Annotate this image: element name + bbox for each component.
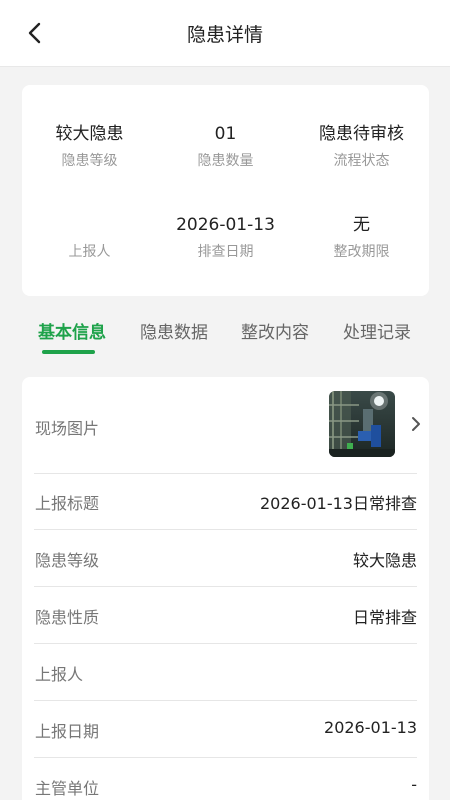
summary-level-value: 较大隐患 xyxy=(55,124,124,144)
summary-date: 2026-01-13 排查日期 xyxy=(158,213,293,261)
summary-status-value: 隐患待审核 xyxy=(319,124,404,144)
photo-row[interactable]: 现场图片 xyxy=(34,377,420,474)
detail-row-reporter-key: 上报人 xyxy=(35,665,84,684)
summary-reporter: 上报人 xyxy=(22,213,157,261)
tab-rectification[interactable]: 整改内容 xyxy=(241,318,309,343)
summary-deadline-label: 整改期限 xyxy=(333,244,390,260)
detail-row-nature-key: 隐患性质 xyxy=(35,608,100,627)
detail-row-reporter: 上报人 xyxy=(34,644,417,701)
summary-reporter-value xyxy=(22,213,157,237)
basic-info-card: 现场图片 上报标题 2026-01-13日常排查 隐患等级 较大隐患 隐患性质 … xyxy=(22,377,429,800)
detail-row-nature: 隐患性质 日常排查 xyxy=(34,587,417,644)
hazard-detail-page: 隐患详情 较大隐患 隐患等级 01 隐患数量 隐患待审核 流程状态 上报人 20… xyxy=(0,0,450,800)
tab-basic-info[interactable]: 基本信息 xyxy=(38,318,106,343)
detail-row-date: 上报日期 2026-01-13 xyxy=(34,701,417,758)
detail-row-unit-value: - xyxy=(411,775,417,794)
summary-date-label: 排查日期 xyxy=(197,244,254,260)
summary-reporter-label: 上报人 xyxy=(68,244,111,260)
summary-deadline-value: 无 xyxy=(353,215,370,235)
detail-row-date-value: 2026-01-13 xyxy=(324,718,417,737)
detail-row-level: 隐患等级 较大隐患 xyxy=(34,530,417,587)
summary-level-label: 隐患等级 xyxy=(61,153,118,169)
detail-row-date-key: 上报日期 xyxy=(35,722,100,741)
page-title: 隐患详情 xyxy=(186,24,263,46)
summary-status-label: 流程状态 xyxy=(333,153,390,169)
detail-row-unit: 主管单位 - xyxy=(34,758,417,800)
detail-row-title-value: 2026-01-13日常排查 xyxy=(260,494,417,513)
summary-deadline: 无 整改期限 xyxy=(294,213,429,261)
detail-row-level-value: 较大隐患 xyxy=(352,551,417,570)
chevron-right-icon xyxy=(412,417,420,431)
tab-active-indicator xyxy=(42,350,95,354)
detail-row-level-key: 隐患等级 xyxy=(35,551,100,570)
summary-level: 较大隐患 隐患等级 xyxy=(22,122,157,170)
tab-hazard-data[interactable]: 隐患数据 xyxy=(140,318,208,343)
site-photo-image xyxy=(329,391,395,457)
tab-records[interactable]: 处理记录 xyxy=(343,318,411,343)
summary-date-value: 2026-01-13 xyxy=(176,215,275,235)
photo-row-label: 现场图片 xyxy=(35,419,100,438)
detail-row-unit-key: 主管单位 xyxy=(35,779,100,798)
summary-count-value: 01 xyxy=(214,124,237,144)
top-bar: 隐患详情 xyxy=(0,0,450,67)
detail-row-title-key: 上报标题 xyxy=(35,494,100,513)
detail-row-title: 上报标题 2026-01-13日常排查 xyxy=(34,473,417,530)
site-photo-thumbnail[interactable] xyxy=(329,391,395,457)
summary-card: 较大隐患 隐患等级 01 隐患数量 隐患待审核 流程状态 上报人 2026-01… xyxy=(22,85,429,296)
detail-row-nature-value: 日常排查 xyxy=(352,608,417,627)
summary-count: 01 隐患数量 xyxy=(158,122,293,170)
summary-status: 隐患待审核 流程状态 xyxy=(294,122,429,170)
summary-count-label: 隐患数量 xyxy=(197,153,254,169)
